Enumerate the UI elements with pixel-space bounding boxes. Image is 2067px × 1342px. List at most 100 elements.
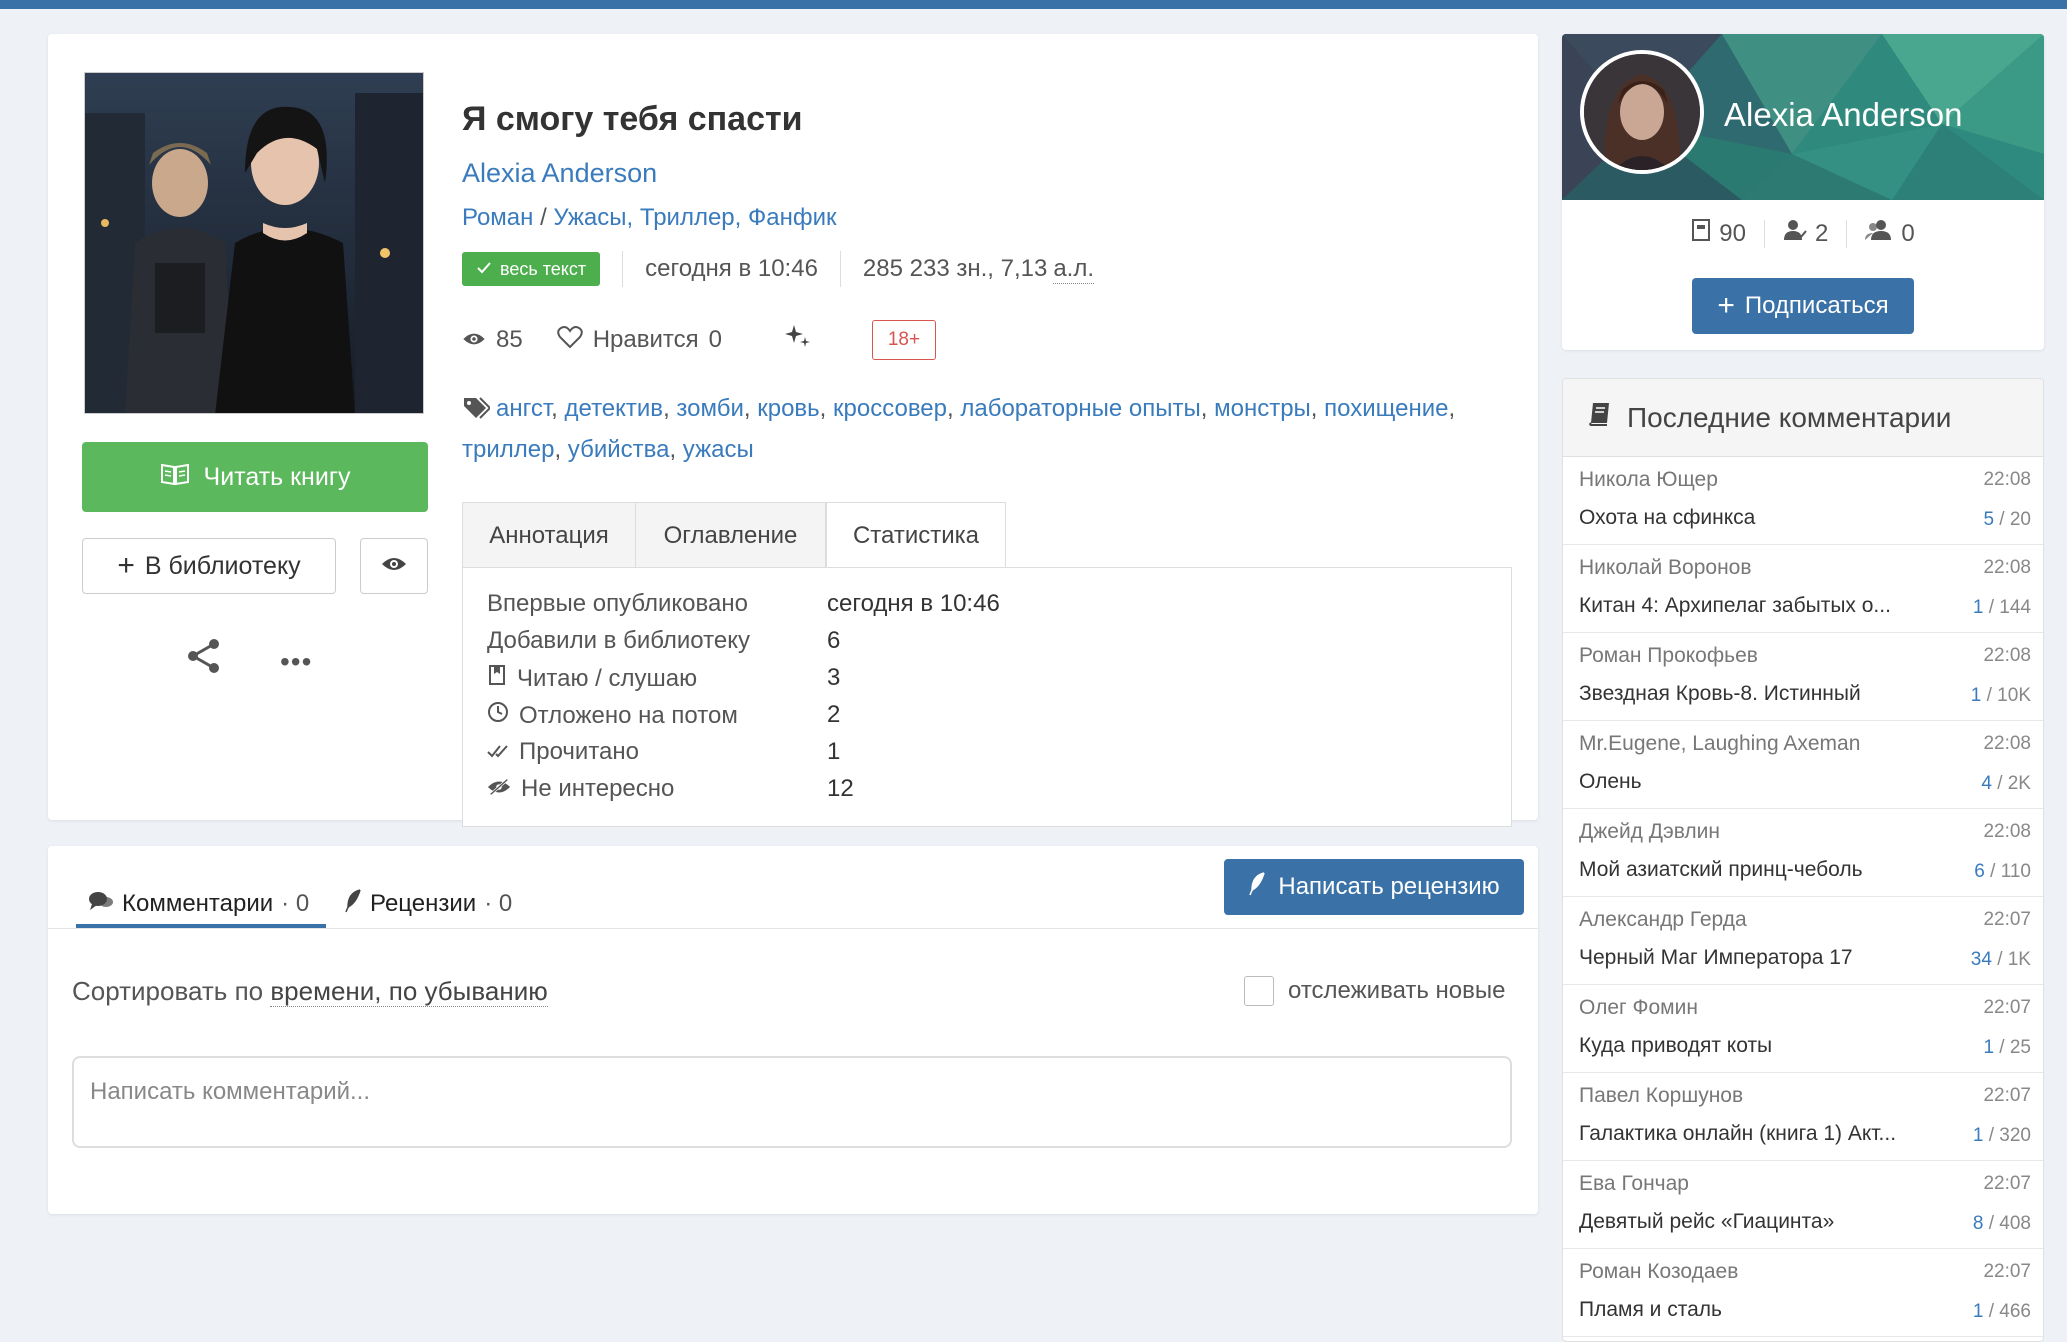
comment-user[interactable]: Роман Козодаев [1579, 1260, 1738, 1284]
comment-input[interactable]: Написать комментарий... [72, 1056, 1512, 1148]
comment-user[interactable]: Джейд Дэвлин [1579, 820, 1720, 844]
tab-statistics[interactable]: Статистика [826, 502, 1006, 569]
comment-count: 1 / 320 [1973, 1125, 2031, 1147]
comment-book[interactable]: Черный Маг Императора 17 [1579, 946, 1929, 970]
comment-count: 6 / 110 [1974, 861, 2031, 883]
author-name[interactable]: Alexia Anderson [1724, 96, 1963, 134]
tab-annotation[interactable]: Аннотация [462, 502, 636, 568]
comment-time: 22:07 [1983, 1085, 2031, 1106]
tab-contents[interactable]: Оглавление [636, 502, 826, 568]
book-cover-image[interactable] [84, 72, 424, 414]
comment-user[interactable]: Mr.Eugene, Laughing Axeman [1579, 732, 1860, 756]
comment-user[interactable]: Роман Прокофьев [1579, 644, 1758, 668]
latest-comment-item[interactable]: Александр Герда 22:07 Черный Маг Императ… [1563, 897, 2043, 985]
comment-count: 5 / 20 [1983, 509, 2031, 531]
books-count: 90 [1719, 219, 1746, 247]
book-author-link[interactable]: Alexia Anderson [462, 158, 657, 189]
tag-link[interactable]: триллер [462, 436, 554, 463]
tag-link[interactable]: зомби [676, 395, 743, 422]
comment-user[interactable]: Ева Гончар [1579, 1172, 1689, 1196]
tags-list: ангст, детектив, зомби, кровь, кроссовер… [462, 394, 1456, 463]
tag-link[interactable]: лабораторные опыты [960, 395, 1200, 422]
genre-main-link[interactable]: Роман [462, 204, 533, 231]
comment-user[interactable]: Никола Ющер [1579, 468, 1718, 492]
more-options-icon[interactable]: ••• [280, 646, 312, 678]
latest-comment-item[interactable]: Николай Воронов 22:08 Китан 4: Архипелаг… [1563, 545, 2043, 633]
tag-link[interactable]: ангст [496, 395, 551, 422]
genre-link[interactable]: Триллер, [640, 204, 741, 231]
tag-link[interactable]: детектив [565, 395, 664, 422]
comment-book[interactable]: Китан 4: Архипелаг забытых о... [1579, 594, 1929, 618]
tab-reviews[interactable]: Рецензии · 0 [344, 882, 512, 926]
write-review-button[interactable]: Написать рецензию [1224, 859, 1524, 915]
comment-user[interactable]: Александр Герда [1579, 908, 1747, 932]
like-button[interactable]: Нравится 0 [556, 325, 722, 356]
published-date: сегодня в 10:46 [645, 255, 818, 282]
latest-comment-item[interactable]: Mr.Eugene, Laughing Axeman 22:08 Олень 4… [1563, 721, 2043, 809]
tag-link[interactable]: убийства [568, 436, 670, 463]
tag-link[interactable]: ужасы [683, 436, 754, 463]
avatar[interactable] [1580, 50, 1704, 174]
divider [622, 251, 624, 287]
comment-book[interactable]: Куда приводят коты [1579, 1034, 1929, 1058]
comment-user[interactable]: Павел Коршунов [1579, 1084, 1743, 1108]
tag-link[interactable]: монстры [1214, 395, 1311, 422]
latest-comment-item[interactable]: Роман Козодаев 22:07 Пламя и сталь 1 / 4… [1563, 1249, 2043, 1337]
new-count: 1 [1972, 597, 1984, 618]
comment-book[interactable]: Галактика онлайн (книга 1) Акт... [1579, 1122, 1929, 1146]
watch-button[interactable] [360, 538, 428, 594]
latest-comment-item[interactable]: Павел Коршунов 22:07 Галактика онлайн (к… [1563, 1073, 2043, 1161]
genre-link[interactable]: Ужасы, [553, 204, 633, 231]
genre-link[interactable]: Фанфик [748, 204, 837, 231]
author-followers-count[interactable]: 2 [1783, 218, 1828, 249]
stat-value: 3 [827, 664, 841, 691]
latest-comment-item[interactable]: Никола Ющер 22:08 Охота на сфинкса 5 / 2… [1563, 457, 2043, 545]
new-count: 8 [1972, 1213, 1984, 1234]
share-icon[interactable] [184, 636, 224, 681]
author-following-count[interactable]: 0 [1865, 218, 1915, 249]
sort-dropdown[interactable]: времени, по убыванию [270, 976, 548, 1007]
total-count: / 408 [1988, 1213, 2031, 1234]
divider [1846, 219, 1848, 248]
subscribe-label: Подписаться [1744, 292, 1889, 319]
subscribe-button[interactable]: + Подписаться [1692, 278, 1914, 334]
heart-icon [556, 325, 583, 356]
users-icon [1865, 218, 1893, 249]
latest-comment-item[interactable]: Роман Прокофьев 22:08 Звездная Кровь-8. … [1563, 633, 2043, 721]
add-to-library-button[interactable]: + В библиотеку [82, 538, 336, 594]
total-count: / 25 [1999, 1037, 2031, 1058]
add-to-library-label: В библиотеку [144, 551, 301, 580]
sparkles-icon[interactable] [784, 323, 812, 358]
author-books-count[interactable]: 90 [1691, 218, 1746, 249]
tab-comments-count: · 0 [281, 890, 310, 917]
tag-link[interactable]: кровь [757, 395, 819, 422]
comment-book[interactable]: Звездная Кровь-8. Истинный [1579, 682, 1929, 706]
read-book-button[interactable]: Читать книгу [82, 442, 428, 512]
comment-book[interactable]: Пламя и сталь [1579, 1298, 1929, 1322]
comments-card: Комментарии · 0 Рецензии · 0 Написать ре… [48, 846, 1538, 1214]
sort-prefix: Сортировать по [72, 976, 264, 1006]
tag-icon [462, 394, 492, 431]
comment-book[interactable]: Олень [1579, 770, 1929, 794]
comment-user[interactable]: Олег Фомин [1579, 996, 1698, 1020]
tag-link[interactable]: похищение [1324, 395, 1448, 422]
latest-comment-item[interactable]: Ева Гончар 22:07 Девятый рейс «Гиацинта»… [1563, 1161, 2043, 1249]
comment-count: 34 / 1K [1971, 949, 2031, 971]
check-icon [476, 259, 492, 280]
tag-link[interactable]: кроссовер [833, 395, 947, 422]
track-new-control[interactable]: отслеживать новые [1244, 976, 1506, 1006]
latest-comment-item[interactable]: Олег Фомин 22:07 Куда приводят коты 1 / … [1563, 985, 2043, 1073]
author-sheets-unit[interactable]: а.л. [1053, 255, 1095, 284]
total-count: / 320 [1988, 1125, 2031, 1146]
track-new-checkbox[interactable] [1244, 976, 1274, 1006]
tab-comments[interactable]: Комментарии · 0 [88, 882, 309, 926]
latest-comment-item[interactable]: Джейд Дэвлин 22:08 Мой азиатский принц-ч… [1563, 809, 2043, 897]
like-label: Нравится [592, 326, 699, 353]
plus-icon: + [117, 549, 135, 582]
comment-book[interactable]: Охота на сфинкса [1579, 506, 1929, 530]
comment-time: 22:07 [1983, 1173, 2031, 1194]
comment-book[interactable]: Девятый рейс «Гиацинта» [1579, 1210, 1929, 1234]
comment-book[interactable]: Мой азиатский принц-чеболь [1579, 858, 1929, 882]
comment-user[interactable]: Николай Воронов [1579, 556, 1752, 580]
stat-label: Впервые опубликовано [487, 590, 748, 617]
